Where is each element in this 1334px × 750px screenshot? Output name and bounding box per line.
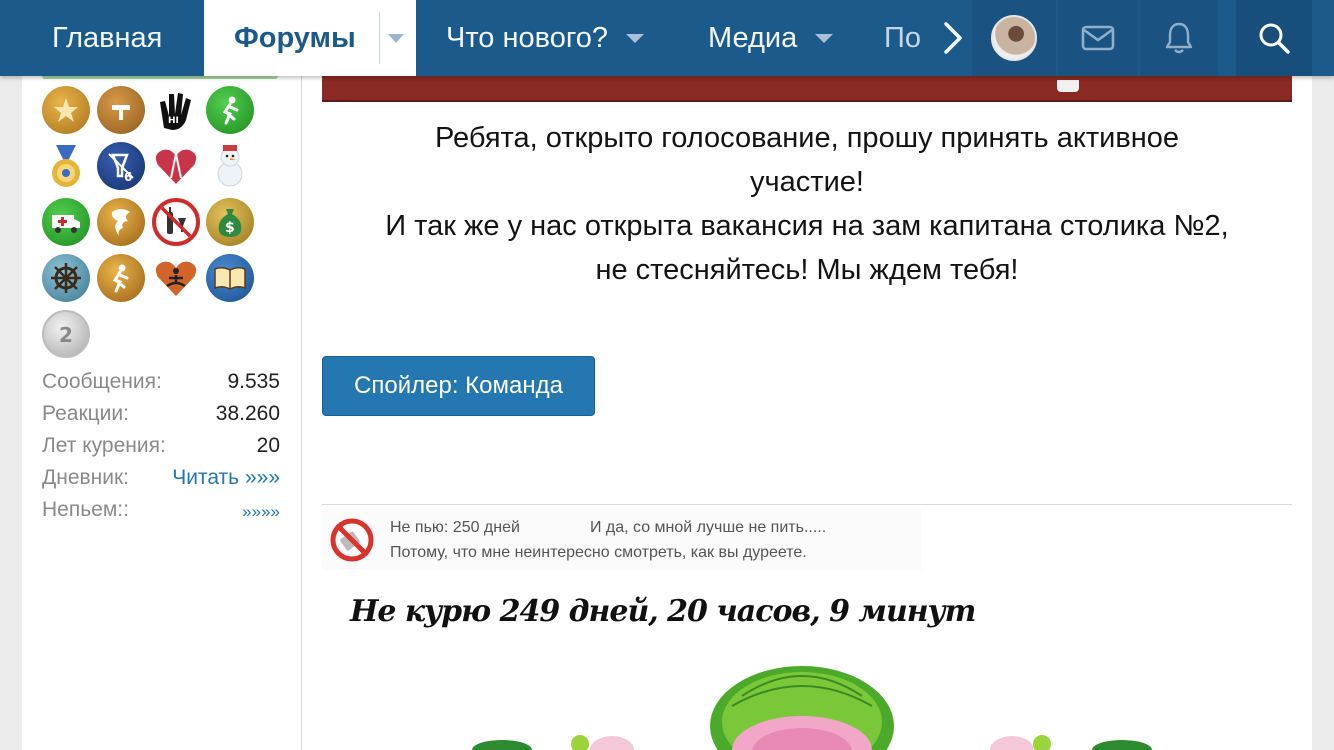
badge-hammer-stars[interactable]: [97, 86, 145, 134]
snowman-icon: [217, 145, 243, 187]
stat-value: 20: [256, 434, 280, 457]
not-drinking-link[interactable]: »»»»: [242, 502, 280, 522]
search-icon: [1259, 23, 1290, 54]
nav-tab-divider: [379, 12, 380, 64]
badge-storm[interactable]: [97, 198, 145, 246]
no-smoking-counter: Не курю 249 дней, 20 часов, 9 минут: [350, 594, 976, 629]
post-line: участие!: [750, 166, 864, 198]
stars-trophy-icon: [54, 98, 78, 122]
signature-reason: Потому, что мне неинтересно смотреть, ка…: [390, 544, 807, 561]
nav-tab-more-label: По: [884, 21, 921, 54]
badge-heart-tower[interactable]: [152, 142, 200, 190]
chevron-down-icon[interactable]: [388, 34, 404, 43]
ambulance-icon: [52, 215, 80, 233]
book-icon: [214, 266, 246, 290]
envelope-icon: [1081, 25, 1115, 51]
stat-row-reactions: Реакции: 38.260: [42, 400, 280, 432]
inbox-button[interactable]: [1058, 0, 1138, 76]
post-line: И так же у нас открыта вакансия на зам к…: [385, 210, 1229, 242]
signature-quote: И да, со мной лучше не пить.....: [589, 519, 827, 536]
post-line: не стесняйтесь! Мы ждем тебя!: [595, 254, 1019, 286]
post-line: Ребята, открыто голосование, прошу приня…: [434, 122, 1180, 154]
stat-label: Лет курения:: [42, 434, 166, 457]
stat-row-diary: Дневник: Читать »»»: [42, 464, 280, 496]
stat-label: Непьем::: [42, 498, 129, 521]
nav-tab-home[interactable]: Главная: [52, 0, 162, 76]
nav-tab-forums[interactable]: Форумы: [204, 0, 416, 76]
bell-icon: [1165, 22, 1193, 54]
stat-value: 38.260: [215, 402, 280, 425]
no-drinking-icon: [330, 518, 374, 562]
svg-text:HI: HI: [168, 116, 179, 126]
stat-value: 9.535: [227, 370, 280, 393]
chevron-right-icon[interactable]: [938, 20, 968, 56]
user-avatar-button[interactable]: [972, 0, 1056, 76]
nav-tab-media-label: Медиа: [708, 21, 798, 54]
runner-green-icon: [222, 96, 239, 125]
signature-no-drink-banner: Не пью: 250 дней И да, со мной лучше не п…: [322, 510, 922, 570]
no-alcohol-icon: [160, 206, 192, 238]
user-stats: Сообщения: 9.535 Реакции: 38.260 Лет кур…: [42, 368, 280, 528]
badge-medal[interactable]: [42, 142, 90, 190]
badge-money-bag[interactable]: $: [206, 198, 254, 246]
spoiler-button-label: Спойлер: Команда: [354, 372, 563, 399]
stat-row-not-drinking: Непьем:: »»»»: [42, 496, 280, 528]
glass-six-icon: 6: [108, 153, 134, 182]
alerts-button[interactable]: [1140, 0, 1218, 76]
runner-gold-icon: [112, 264, 129, 293]
money-bag-icon: $: [218, 209, 242, 237]
flower-decoration-icon: [472, 666, 1152, 750]
stat-row-smoking-years: Лет курения: 20: [42, 432, 280, 464]
avatar: [991, 15, 1037, 61]
badge-runner-gold[interactable]: [97, 254, 145, 302]
user-info-sidebar: HI 6 $ 2 Сообщения: 9.535 Реакции: 38.26…: [22, 76, 302, 750]
post-image-bottom: [322, 76, 1292, 102]
svg-text:6: 6: [124, 170, 132, 182]
nav-tab-media[interactable]: Медиа: [708, 0, 834, 76]
stat-label: Дневник:: [42, 466, 130, 489]
badge-ambulance[interactable]: [42, 198, 90, 246]
nav-tab-whats-new[interactable]: Что нового?: [446, 0, 645, 76]
silver-coin-icon: 2: [59, 323, 73, 347]
signature-divider: [322, 504, 1292, 505]
user-banner-strip: [42, 76, 278, 79]
chevron-down-icon[interactable]: [626, 33, 645, 43]
post-message: Ребята, открыто голосование, прошу приня…: [322, 116, 1292, 292]
ship-wheel-icon: [51, 263, 81, 293]
nav-tab-home-label: Главная: [52, 21, 163, 54]
stat-label: Реакции:: [42, 402, 129, 425]
search-button[interactable]: [1236, 0, 1312, 76]
svg-text:$: $: [225, 220, 235, 236]
svg-text:2: 2: [59, 323, 73, 347]
spoiler-button[interactable]: Спойлер: Команда: [322, 356, 595, 416]
storm-icon: [111, 209, 130, 236]
badge-runner-green[interactable]: [206, 86, 254, 134]
diary-read-link[interactable]: Читать »»»: [172, 466, 280, 490]
post-content: Ребята, открыто голосование, прошу приня…: [302, 76, 1312, 750]
badge-stars-trophy[interactable]: [42, 86, 90, 134]
badge-silver-coin[interactable]: 2: [42, 310, 90, 358]
top-nav-bar: Главная Форумы Что нового? Медиа По: [0, 0, 1334, 76]
stat-label: Сообщения:: [42, 370, 162, 393]
badge-no-alcohol[interactable]: [152, 198, 200, 246]
image-detail: [1057, 80, 1079, 92]
badge-hi-hand[interactable]: HI: [152, 86, 200, 134]
chevron-down-icon[interactable]: [815, 33, 834, 43]
stat-row-messages: Сообщения: 9.535: [42, 368, 280, 400]
medal-icon: [52, 145, 80, 187]
nav-tab-forums-label: Форумы: [234, 21, 356, 54]
hammer-stars-icon: [112, 105, 130, 120]
nav-tab-more[interactable]: По: [884, 0, 944, 76]
nav-tab-whats-new-label: Что нового?: [446, 21, 609, 54]
signature-line: Не пью: 250 дней И да, со мной лучше не п…: [390, 519, 826, 537]
badge-snowman[interactable]: [206, 142, 254, 190]
badge-book[interactable]: [206, 254, 254, 302]
heart-tower-icon: [155, 149, 197, 184]
no-drink-counter: Не пью: 250 дней: [390, 519, 520, 536]
meditation-heart-icon: [155, 261, 197, 296]
hi-hand-icon: HI: [160, 93, 191, 130]
badge-meditation-heart[interactable]: [152, 254, 200, 302]
badge-ship-wheel[interactable]: [42, 254, 90, 302]
badge-glass-six[interactable]: 6: [97, 142, 145, 190]
